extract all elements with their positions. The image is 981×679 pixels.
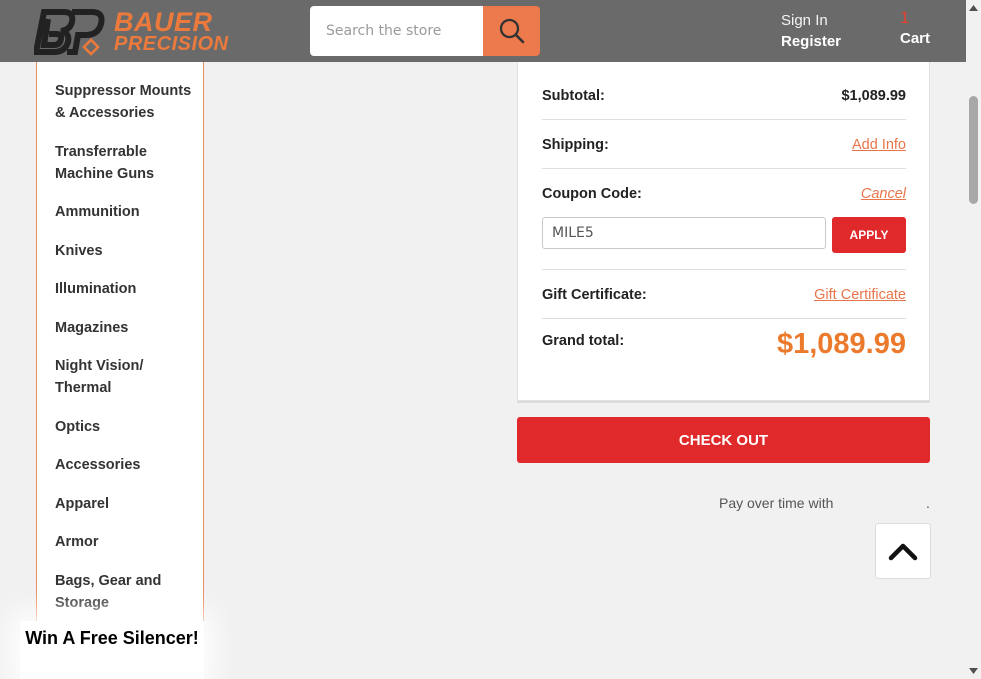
sidebar-item-knives[interactable]: Knives [55,240,203,262]
scroll-down-arrow-icon[interactable] [969,668,978,674]
search-icon [499,18,524,44]
sidebar-item-magazines[interactable]: Magazines [55,317,203,339]
cart-label: Cart [900,30,931,47]
subtotal-label: Subtotal: [542,88,605,104]
sidebar-item-illumination[interactable]: Illumination [55,278,203,300]
sidebar-item-apparel[interactable]: Apparel [55,493,203,515]
brand-name-line2: PRECISION [114,33,229,55]
search-bar [310,6,540,56]
apply-coupon-button[interactable]: APPLY [832,217,906,253]
cart-link[interactable]: 1 Cart [900,8,930,47]
gift-certificate-row: Gift Certificate: Gift Certificate [542,283,906,307]
pay-over-time-text: Pay over time with [719,495,834,511]
category-sidebar: Suppressor Mounts & Accessories Transfer… [36,62,204,679]
scroll-up-arrow-icon[interactable] [969,5,978,11]
subtotal-value: $1,089.99 [841,88,906,104]
coupon-row: Coupon Code: Cancel [542,182,906,206]
win-silencer-promo[interactable]: Win A Free Silencer! [20,621,204,679]
site-header: BAUER PRECISION Sign In Register 1 Cart [0,0,966,62]
account-links: Sign In Register [781,10,841,52]
sign-in-link[interactable]: Sign In [781,10,841,31]
divider [542,318,906,319]
register-link[interactable]: Register [781,31,841,52]
sidebar-item-accessories[interactable]: Accessories [55,454,203,476]
page-scrollbar[interactable] [966,0,981,679]
shipping-label: Shipping: [542,137,609,153]
pay-over-time-notice: Pay over time with . [719,495,930,511]
checkout-button[interactable]: CHECK OUT [517,417,930,463]
bp-logo-mark [34,9,105,56]
coupon-code-input[interactable] [542,217,826,249]
cart-count-badge: 1 [900,8,910,27]
sidebar-item-bags-gear[interactable]: Bags, Gear and Storage [55,570,203,614]
divider [542,269,906,270]
coupon-cancel-link[interactable]: Cancel [861,186,906,202]
site-logo[interactable]: BAUER PRECISION [34,6,228,58]
category-list: Suppressor Mounts & Accessories Transfer… [37,62,203,614]
subtotal-row: Subtotal: $1,089.99 [542,84,906,108]
order-summary: Subtotal: $1,089.99 Shipping: Add Info C… [517,62,930,401]
search-input[interactable] [310,6,483,56]
pay-over-time-dot: . [926,495,930,511]
divider [542,168,906,169]
sidebar-item-optics[interactable]: Optics [55,416,203,438]
gift-certificate-label: Gift Certificate: [542,287,647,303]
sidebar-item-transferrable-machine-guns[interactable]: Transferrable Machine Guns [55,141,203,185]
sidebar-item-suppressor-mounts[interactable]: Suppressor Mounts & Accessories [55,80,203,124]
grand-total-row: Grand total: $1,089.99 [542,328,906,372]
sidebar-item-armor[interactable]: Armor [55,531,203,553]
coupon-label: Coupon Code: [542,186,642,202]
shipping-row: Shipping: Add Info [542,133,906,157]
sidebar-item-ammunition[interactable]: Ammunition [55,201,203,223]
chevron-up-icon [888,543,918,561]
add-shipping-info-link[interactable]: Add Info [852,137,906,153]
grand-total-label: Grand total: [542,333,625,349]
sidebar-item-night-vision[interactable]: Night Vision/ Thermal [55,355,203,399]
divider [542,119,906,120]
back-to-top-button[interactable] [875,523,931,579]
gift-certificate-link[interactable]: Gift Certificate [814,287,906,303]
scrollbar-thumb[interactable] [969,96,978,204]
grand-total-value: $1,089.99 [776,328,906,360]
search-button[interactable] [483,6,540,56]
